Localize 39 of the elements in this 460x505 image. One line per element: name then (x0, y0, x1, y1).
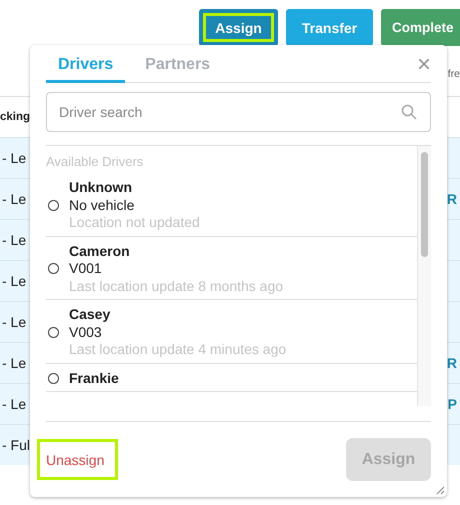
radio-button[interactable] (48, 200, 59, 211)
search-field[interactable]: Driver search (46, 92, 431, 132)
table-cell: - Le (2, 232, 26, 248)
column-header: cking (0, 111, 30, 123)
status-link[interactable]: R (446, 191, 457, 207)
vehicle-text: V001 (69, 260, 103, 278)
scrollbar-thumb[interactable] (421, 152, 428, 257)
table-cell: - Le (2, 396, 26, 412)
status-link[interactable]: R (446, 355, 457, 371)
status-link[interactable]: P (448, 396, 457, 412)
table-cell: - Le (2, 314, 26, 330)
resize-grip-icon[interactable] (436, 486, 445, 495)
driver-name: Casey (69, 306, 112, 324)
driver-name: Cameron (69, 242, 131, 260)
toolbar-button[interactable]: Complete (381, 9, 460, 46)
location-text: Last location update 8 months ago (69, 278, 284, 295)
driver-name: Frankie (69, 370, 119, 387)
location-text: Location not updated (69, 214, 200, 232)
toolbar-button[interactable]: Transfer (286, 9, 373, 46)
radio-button[interactable] (48, 326, 59, 338)
table-cell: - Le (2, 355, 26, 371)
location-text: Last location update 4 minutes ago (69, 341, 286, 358)
refresh-text: fre (448, 68, 460, 80)
table-cell: - Ful (2, 437, 30, 453)
toolbar-button[interactable]: Assign (199, 9, 278, 46)
list-heading: Available Drivers (46, 153, 144, 171)
table-cell: - Le (2, 273, 26, 289)
vehicle-text: V003 (69, 324, 103, 341)
search-icon (401, 104, 417, 120)
tab[interactable]: Partners (133, 56, 222, 83)
close-button[interactable]: × (416, 55, 431, 75)
tab[interactable]: Drivers (46, 56, 126, 83)
radio-button[interactable] (48, 372, 59, 384)
table-cell: - Le (2, 150, 26, 166)
radio-button[interactable] (48, 263, 59, 274)
driver-name: Unknown (69, 179, 133, 196)
vehicle-text: No vehicle (69, 196, 136, 214)
unassign-button[interactable]: Unassign (37, 439, 118, 480)
table-cell: - Le (2, 191, 26, 207)
